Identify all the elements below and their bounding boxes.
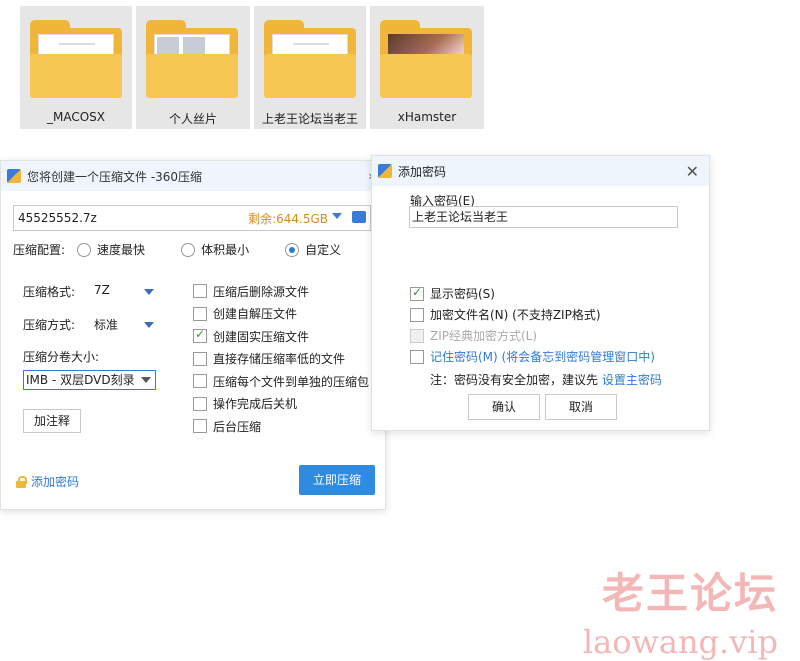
set-master-password-link[interactable]: 设置主密码 bbox=[602, 373, 662, 387]
format-label: 压缩格式: bbox=[23, 285, 76, 299]
mode-fastest[interactable]: 速度最快 bbox=[77, 241, 145, 258]
folder-icon bbox=[146, 20, 238, 98]
folder-item[interactable]: 个人丝片 bbox=[136, 6, 250, 129]
compress-options: 压缩后删除源文件 创建自解压文件 创建固实压缩文件 直接存储压缩率低的文件 压缩… bbox=[193, 280, 369, 438]
mode-custom[interactable]: 自定义 bbox=[285, 241, 341, 258]
option-show-password[interactable]: 显示密码(S) bbox=[410, 283, 655, 304]
checkbox[interactable] bbox=[193, 396, 207, 411]
dialog-titlebar: 添加密码 bbox=[372, 156, 709, 186]
dialog-titlebar: 您将创建一个压缩文件 -360压缩 bbox=[1, 161, 385, 191]
folder-item[interactable]: xHamster bbox=[370, 6, 484, 129]
checkbox[interactable] bbox=[193, 351, 207, 366]
chevron-down-icon[interactable] bbox=[332, 213, 342, 219]
checkbox[interactable] bbox=[193, 327, 207, 344]
compress-now-button[interactable]: 立即压缩 bbox=[299, 465, 375, 495]
folder-grid: _MACOSX 个人丝片 上老王论坛当老王 xHamster bbox=[20, 6, 484, 129]
folder-label: 个人丝片 bbox=[168, 112, 217, 126]
close-icon[interactable]: ✕ bbox=[686, 162, 699, 181]
add-password-link[interactable]: 添加密码 bbox=[15, 473, 79, 490]
app-icon bbox=[7, 169, 21, 183]
checkbox bbox=[410, 328, 424, 343]
method-label: 压缩方式: bbox=[23, 318, 76, 332]
mode-smallest[interactable]: 体积最小 bbox=[181, 241, 249, 258]
archive-path-input[interactable]: 45525552.7z 剩余:644.5GB bbox=[13, 205, 371, 231]
radio-button[interactable] bbox=[77, 242, 92, 257]
folder-label: 上老王论坛当老王 bbox=[261, 112, 358, 126]
option-remember-password[interactable]: 记住密码(M) (将会备忘到密码管理窗口中) bbox=[410, 346, 655, 367]
method-select[interactable]: 标准 bbox=[94, 316, 118, 333]
folder-label: xHamster bbox=[397, 110, 457, 124]
chevron-down-icon[interactable] bbox=[141, 377, 151, 383]
checkbox[interactable] bbox=[193, 284, 207, 299]
option-store-low-ratio[interactable]: 直接存储压缩率低的文件 bbox=[193, 348, 369, 371]
compress-dialog: 您将创建一个压缩文件 -360压缩 › 45525552.7z 剩余:644.5… bbox=[0, 160, 386, 510]
checkbox[interactable] bbox=[410, 285, 424, 301]
option-separate-archives[interactable]: 压缩每个文件到单独的压缩包 bbox=[193, 370, 369, 393]
remaining-space: 剩余:644.5GB bbox=[248, 211, 328, 226]
password-options: 显示密码(S) 加密文件名(N) (不支持ZIP格式) ZIP经典加密方式(L)… bbox=[410, 283, 655, 367]
option-shutdown[interactable]: 操作完成后关机 bbox=[193, 393, 369, 416]
option-solid-archive[interactable]: 创建固实压缩文件 bbox=[193, 325, 369, 348]
option-background[interactable]: 后台压缩 bbox=[193, 415, 369, 438]
radio-button[interactable] bbox=[285, 242, 300, 257]
app-icon bbox=[378, 164, 392, 178]
folder-icon bbox=[30, 20, 122, 98]
dialog-title: 添加密码 bbox=[398, 164, 447, 179]
option-encrypt-filenames[interactable]: 加密文件名(N) (不支持ZIP格式) bbox=[410, 304, 655, 325]
volume-size-select[interactable]: IMB - 双层DVD刻录 bbox=[23, 370, 156, 390]
option-zip-classic: ZIP经典加密方式(L) bbox=[410, 325, 655, 346]
checkbox[interactable] bbox=[193, 419, 207, 434]
checkbox[interactable] bbox=[410, 349, 424, 364]
option-self-extract[interactable]: 创建自解压文件 bbox=[193, 303, 369, 326]
watermark-logo: 老王论坛 bbox=[601, 569, 778, 618]
folder-item[interactable]: _MACOSX bbox=[20, 6, 132, 129]
security-note: 注：密码没有安全加密，建议先 设置主密码 bbox=[430, 373, 662, 387]
add-password-dialog: 添加密码 ✕ 输入密码(E) 上老王论坛当老王 显示密码(S) 加密文件名(N)… bbox=[371, 155, 710, 431]
folder-label: _MACOSX bbox=[46, 110, 105, 124]
format-select[interactable]: 7Z bbox=[94, 283, 110, 297]
radio-button[interactable] bbox=[181, 242, 196, 257]
folder-icon bbox=[264, 20, 356, 98]
password-input[interactable]: 上老王论坛当老王 bbox=[409, 206, 678, 228]
checkbox[interactable] bbox=[193, 374, 207, 389]
chevron-down-icon[interactable] bbox=[144, 322, 154, 328]
browse-folder-icon[interactable] bbox=[352, 211, 366, 223]
checkbox[interactable] bbox=[410, 307, 424, 322]
watermark: 老王论坛 laowang.vip bbox=[583, 560, 778, 661]
folder-icon bbox=[380, 20, 472, 98]
config-label: 压缩配置: bbox=[13, 243, 66, 257]
archive-filename[interactable]: 45525552.7z bbox=[18, 211, 97, 225]
checkbox[interactable] bbox=[193, 306, 207, 321]
watermark-url: laowang.vip bbox=[582, 623, 778, 661]
dialog-title: 您将创建一个压缩文件 -360压缩 bbox=[27, 169, 203, 184]
chevron-down-icon[interactable] bbox=[144, 289, 154, 295]
folder-item[interactable]: 上老王论坛当老王 bbox=[254, 6, 366, 129]
compress-config-row: 压缩配置: 速度最快 体积最小 自定义 bbox=[13, 241, 341, 258]
volume-label: 压缩分卷大小: bbox=[23, 350, 100, 364]
add-comment-button[interactable]: 加注释 bbox=[23, 409, 81, 433]
lock-icon bbox=[15, 475, 27, 488]
cancel-button[interactable]: 取消 bbox=[545, 394, 617, 420]
confirm-button[interactable]: 确认 bbox=[468, 394, 540, 420]
option-delete-source[interactable]: 压缩后删除源文件 bbox=[193, 280, 369, 303]
